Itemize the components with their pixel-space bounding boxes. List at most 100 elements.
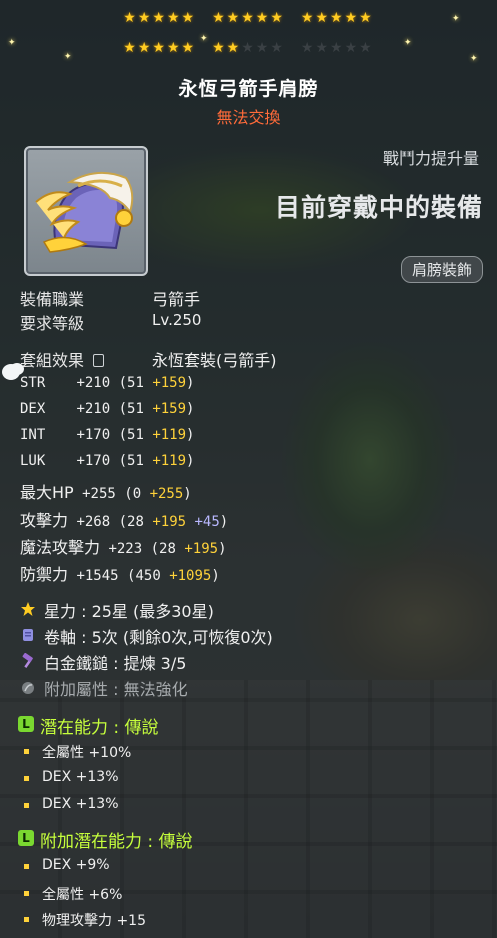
sparkle-icon: ✦ [452,14,460,24]
star-filled-icon: ★ [212,10,227,26]
star-empty-icon: ★ [315,40,331,56]
sparkle-icon: ✦ [64,52,72,62]
potential-line: 物理攻擊力 +15 [42,913,146,929]
star-empty-icon: ★ [330,40,345,56]
star-filled-icon: ★ [123,40,138,56]
set-effect-text: 套組效果 [20,351,85,370]
additional-potential-header: 附加潛在能力 : 傳說 [40,832,193,852]
stat-name: STR [20,375,46,391]
star-filled-icon: ★ [344,10,360,26]
stat-star-bonus: +119 [152,453,187,469]
stat-close-paren: ) [186,375,195,391]
stat-name: 最大HP [20,483,74,502]
lock-icon [93,354,105,367]
stat-close-paren: ) [219,514,229,530]
star-filled-icon: ★ [181,10,197,26]
star-empty-icon: ★ [300,40,316,56]
stat-name: 攻擊力 [20,511,69,530]
stat-total: +170 [76,453,111,469]
star-icon [21,602,35,616]
set-effect-value: 永恆套裝(弓箭手) [152,351,277,370]
potential-line: 全屬性 +10% [42,745,132,761]
star-filled-icon: ★ [152,40,167,56]
potential-line: DEX +13% [42,769,119,785]
star-filled-icon: ★ [137,10,153,26]
star-filled-icon: ★ [330,10,345,26]
star-filled-icon: ★ [137,40,153,56]
stat-total: +223 [108,541,143,557]
bullet-icon [24,803,29,808]
stat-base: (51 [118,401,144,417]
starforce-row-1: ★★★★★ ★★★★★ ★★★★★ [0,10,497,26]
stat-name: DEX [20,401,46,417]
stat-star-bonus: +195 [152,514,187,530]
star-group: ★★★★★ [123,10,196,26]
stat-row: INT +170 (51 +119) [20,427,194,443]
hammer-icon [22,653,33,668]
stat-base: (51 [118,453,144,469]
stat-close-paren: ) [186,453,195,469]
bullet-icon [24,891,29,896]
stat-base: (51 [118,375,144,391]
star-empty-icon: ★ [241,40,256,56]
starforce-line: 星力 : 25星 (最多30星) [44,602,214,621]
star-empty-icon: ★ [359,40,374,56]
star-filled-icon: ★ [226,40,242,56]
stat-total: +255 [82,486,116,502]
potential-line: DEX +9% [42,857,110,873]
scroll-icon [23,629,33,641]
star-empty-icon: ★ [270,40,285,56]
stat-close-paren: ) [183,486,192,502]
stat-base: (28 [150,541,176,557]
star-filled-icon: ★ [166,10,182,26]
leaf-disabled-icon [22,682,34,694]
legendary-grade-icon: L [18,716,34,732]
slot-badge: 肩膀裝飾 [400,256,483,283]
sparkle-icon: ✦ [8,38,16,48]
star-filled-icon: ★ [241,10,256,26]
star-filled-icon: ★ [270,10,285,26]
stat-name: 防禦力 [20,565,69,584]
star-group: ★★★★★ [301,10,374,26]
stat-base: (28 [118,514,144,530]
stat-close-paren: ) [186,401,195,417]
stat-total: +210 [76,401,111,417]
bullet-icon [24,749,29,754]
star-empty-icon: ★ [255,40,271,56]
stat-star-bonus: +159 [152,375,187,391]
additional-option-line: 附加屬性 : 無法強化 [44,680,188,699]
stat-base: (0 [124,486,142,502]
stat-name: 魔法攻擊力 [20,538,101,557]
hammer-line: 白金鐵鎚 : 提煉 3/5 [44,654,187,673]
stat-row: LUK +170 (51 +119) [20,453,194,469]
stat-row: 魔法攻擊力 +223 (28 +195) [20,534,227,558]
stat-row: 最大HP +255 (0 +255) [20,479,192,503]
bullet-icon [24,864,29,869]
star-filled-icon: ★ [226,10,242,26]
star-filled-icon: ★ [152,10,167,26]
star-filled-icon: ★ [255,10,271,26]
star-filled-icon: ★ [359,10,374,26]
stat-row: 防禦力 +1545 (450 +1095) [20,561,220,585]
star-filled-icon: ★ [300,10,316,26]
stat-name: LUK [20,453,46,469]
level-label: 要求等級 [20,314,85,333]
star-filled-icon: ★ [212,40,227,56]
stat-close-paren: ) [211,568,220,584]
potential-line: 全屬性 +6% [42,887,123,903]
stat-row: STR +210 (51 +159) [20,375,194,391]
stat-row: DEX +210 (51 +159) [20,401,194,417]
stat-total: +170 [76,427,111,443]
star-filled-icon: ★ [181,40,197,56]
trade-status: 無法交換 [216,108,281,127]
job-label: 裝備職業 [20,290,85,309]
golden-winged-shoulder-icon [35,171,134,253]
stat-star-bonus: +255 [149,486,184,502]
stat-row: 攻擊力 +268 (28 +195 +45) [20,507,228,531]
scroll-line: 卷軸 : 5次 (剩餘0次,可恢復0次) [44,628,273,647]
star-filled-icon: ★ [123,10,138,26]
currently-equipped-label: 目前穿戴中的裝備 [274,193,483,222]
star-group: ★★★★★ [212,40,285,56]
stat-close-paren: ) [186,427,195,443]
cloud-cursor-icon [2,364,20,380]
